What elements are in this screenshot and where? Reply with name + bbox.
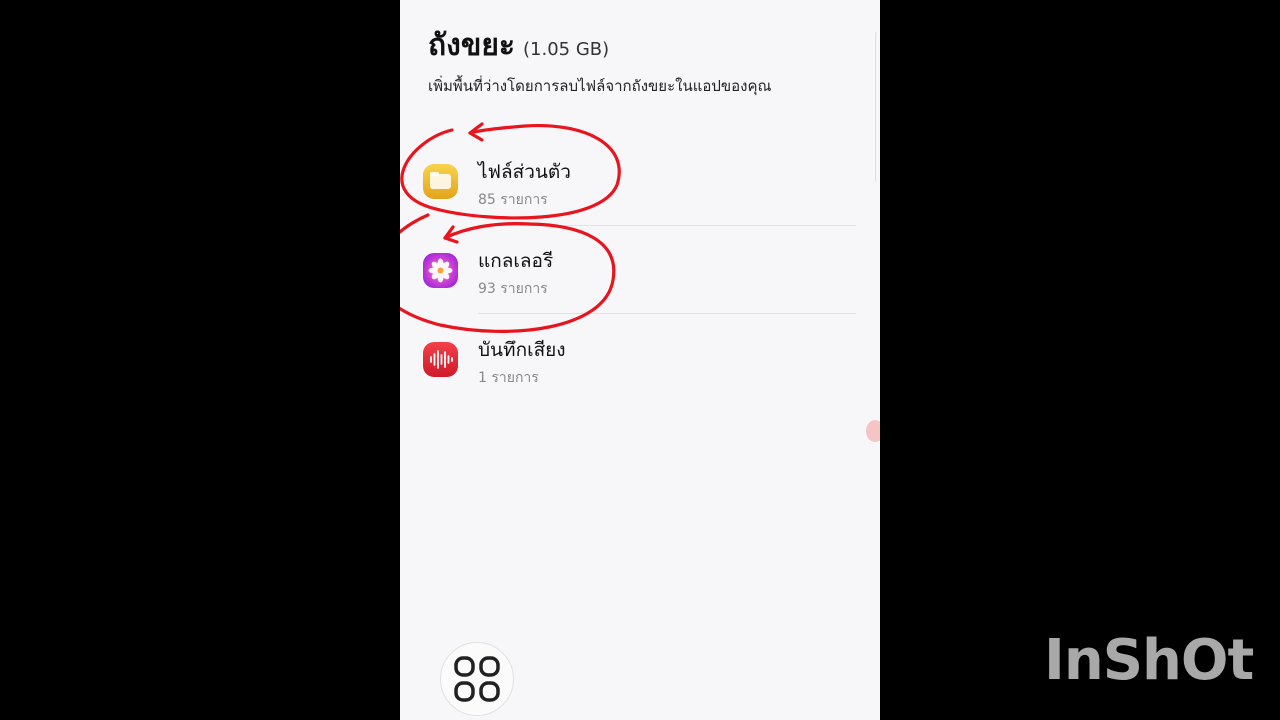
divider xyxy=(478,313,856,314)
divider xyxy=(478,225,856,226)
list-item-gallery[interactable]: แกลเลอรี 93 รายการ xyxy=(400,236,880,324)
item-label: บันทึกเสียง xyxy=(478,339,566,361)
storage-size: (1.05 GB) xyxy=(523,39,610,60)
header: ถังขยะ (1.05 GB) xyxy=(428,22,609,69)
voice-recorder-icon xyxy=(423,342,458,377)
scrollbar[interactable] xyxy=(875,32,880,182)
app-grid-button[interactable] xyxy=(440,642,514,716)
item-label: ไฟล์ส่วนตัว xyxy=(478,161,571,183)
item-label: แกลเลอรี xyxy=(478,250,554,272)
app-grid-icon xyxy=(454,656,500,702)
page-title: ถังขยะ xyxy=(428,28,516,63)
item-count: 93 รายการ xyxy=(478,281,548,297)
annotation-arrow-1 xyxy=(468,122,484,142)
gallery-icon xyxy=(423,253,458,288)
my-files-icon xyxy=(423,164,458,199)
list-item-my-files[interactable]: ไฟล์ส่วนตัว 85 รายการ xyxy=(400,147,880,235)
item-count: 85 รายการ xyxy=(478,192,548,208)
list-item-voice-recorder[interactable]: บันทึกเสียง 1 รายการ xyxy=(400,325,880,413)
inshot-watermark: InShOt xyxy=(1044,628,1254,693)
page-subtitle: เพิ่มพื้นที่ว่างโดยการลบไฟล์จากถังขยะในแ… xyxy=(428,77,772,95)
item-count: 1 รายการ xyxy=(478,370,539,386)
edge-panel-handle[interactable] xyxy=(866,420,880,442)
trash-screen: ถังขยะ (1.05 GB) เพิ่มพื้นที่ว่างโดยการล… xyxy=(400,0,880,720)
